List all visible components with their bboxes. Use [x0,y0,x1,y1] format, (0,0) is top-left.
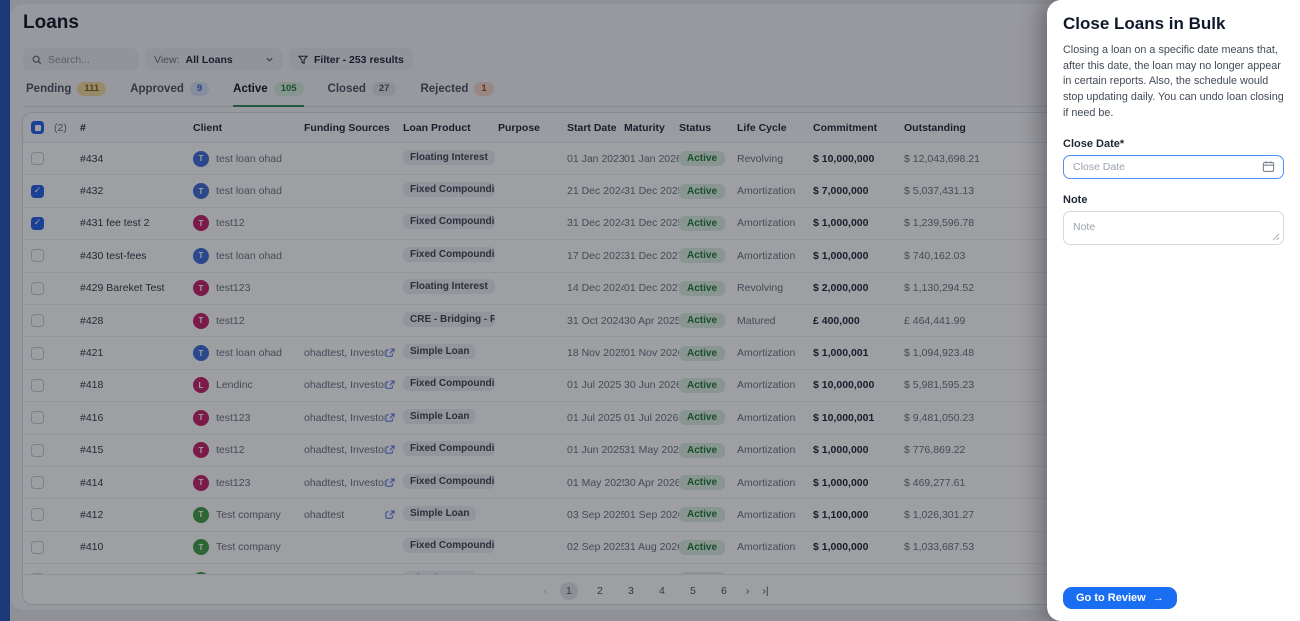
close-date-placeholder: Close Date [1073,161,1125,174]
note-textarea[interactable]: Note [1063,211,1284,246]
resize-grip-icon[interactable] [1272,233,1280,241]
note-label: Note [1063,194,1088,207]
close-loans-drawer: Close Loans in Bulk Closing a loan on a … [1047,0,1300,621]
drawer-description: Closing a loan on a specific date means … [1063,44,1284,119]
close-date-label: Close Date* [1063,138,1125,151]
go-to-review-button[interactable]: Go to Review → [1063,587,1177,609]
note-placeholder: Note [1073,221,1096,234]
app-window: Loans Search... View: All Loans Filter -… [0,0,1300,621]
go-to-review-label: Go to Review [1076,592,1146,604]
arrow-right-icon: → [1152,592,1164,604]
calendar-icon[interactable] [1262,160,1275,173]
close-date-input[interactable]: Close Date [1063,155,1284,180]
drawer-title: Close Loans in Bulk [1063,14,1226,33]
